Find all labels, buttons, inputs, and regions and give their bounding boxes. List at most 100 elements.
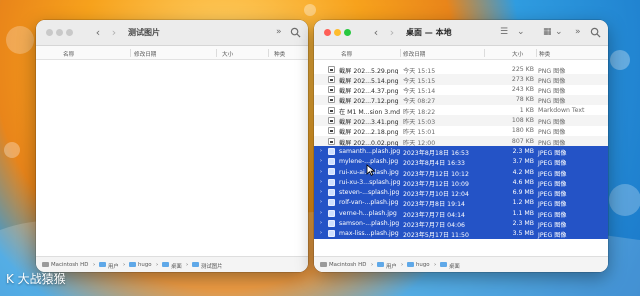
file-kind: PNG 图像 — [538, 129, 566, 137]
file-kind: PNG 图像 — [538, 77, 566, 85]
path-item[interactable]: 测试图片 — [201, 262, 223, 270]
file-date: 2023年7月8日 19:14 — [403, 201, 465, 209]
disclosure-icon[interactable]: › — [320, 220, 322, 226]
disclosure-icon[interactable]: › — [320, 179, 322, 185]
path-separator-icon: › — [371, 262, 374, 268]
title-bar[interactable]: ‹ › 桌面 — 本地 ☰ ⌄ ▦ ⌄ » — [314, 20, 608, 46]
forward-chevron-icon[interactable]: › — [387, 26, 397, 39]
back-chevron-icon[interactable]: ‹ — [371, 26, 381, 39]
finder-window-test-images[interactable]: ‹ › 测试图片 » 名称 修改日期 大小 种类 Macintosh HD › … — [36, 20, 308, 272]
file-row[interactable]: › samanth...plash.jpg 2023年8月18日 16:53 2.3 … — [314, 146, 608, 157]
column-date-header[interactable]: 修改日期 — [134, 50, 156, 58]
file-list[interactable]: 截屏 202...5.29.png 今天 15:15 225 KB PNG 图像 截屏 … — [314, 64, 608, 239]
minimize-button[interactable] — [56, 29, 63, 36]
finder-window-desktop[interactable]: ‹ › 桌面 — 本地 ☰ ⌄ ▦ ⌄ » 名称 修改日期 大小 种类 截屏 2… — [314, 20, 608, 272]
file-kind: PNG 图像 — [538, 98, 566, 106]
file-row[interactable]: › rolf-van-...plash.jpg 2023年7月8日 19:14 1.2… — [314, 197, 608, 209]
file-date: 昨天 15:01 — [403, 129, 436, 137]
disclosure-icon[interactable]: › — [320, 169, 322, 175]
file-size: 807 KB — [511, 137, 534, 145]
file-row[interactable]: 截屏 202...2.18.png 昨天 15:01 180 KB PNG 图像 — [314, 126, 608, 136]
file-kind: JPEG 图像 — [538, 170, 567, 178]
file-row[interactable]: 在 M1 M...sion 3.md 昨天 18:22 1 KB Markdown T… — [314, 105, 608, 116]
column-divider[interactable] — [268, 49, 269, 57]
column-divider[interactable] — [216, 49, 217, 57]
path-item[interactable]: Macintosh HD — [51, 262, 88, 268]
column-size-header[interactable]: 大小 — [512, 50, 523, 58]
toolbar-more-icon[interactable]: » — [276, 27, 282, 37]
search-icon[interactable] — [590, 27, 601, 38]
chevron-down-icon[interactable]: ⌄ — [517, 27, 525, 37]
file-date: 昨天 15:03 — [403, 119, 436, 127]
file-kind: JPEG 图像 — [538, 160, 567, 168]
path-item[interactable]: 用户 — [108, 262, 119, 270]
path-item[interactable]: 桌面 — [449, 262, 460, 270]
chevron-down-icon[interactable]: ⌄ — [555, 27, 563, 37]
image-file-icon — [328, 116, 335, 124]
file-row[interactable]: 截屏 202...5.29.png 今天 15:15 225 KB PNG 图像 — [314, 64, 608, 75]
file-date: 2023年8月4日 16:33 — [403, 160, 465, 168]
zoom-button[interactable] — [66, 29, 73, 36]
file-size: 3.7 MB — [512, 158, 534, 166]
photo-file-icon — [328, 209, 335, 217]
disclosure-icon[interactable]: › — [320, 148, 322, 154]
file-row[interactable]: ›rui-xu-ai...plash.jpg2023年7月12日 10:124.… — [314, 166, 608, 178]
column-kind-header[interactable]: 种类 — [274, 50, 285, 58]
home-folder-icon — [129, 262, 136, 267]
path-separator-icon: › — [123, 262, 126, 268]
path-item[interactable]: 桌面 — [171, 262, 182, 270]
file-row[interactable]: 截屏 202...5.14.png 今天 15:15 273 KB PNG 图像 — [314, 74, 608, 85]
disclosure-icon[interactable]: › — [320, 210, 322, 216]
column-kind-header[interactable]: 种类 — [539, 50, 550, 58]
path-item[interactable]: Macintosh HD — [329, 262, 366, 268]
file-size: 273 KB — [511, 75, 534, 83]
file-row[interactable]: › mylene-...plash.jpg 2023年8月4日 16:33 3.7 M… — [314, 156, 608, 168]
list-view-icon[interactable]: ☰ — [500, 27, 508, 37]
file-row[interactable]: › samson-...plash.jpg 2023年7月7日 04:06 2.3 M… — [314, 218, 608, 229]
folder-icon — [192, 262, 199, 267]
disclosure-icon[interactable]: › — [320, 158, 322, 164]
group-view-icon[interactable]: ▦ — [543, 27, 552, 37]
path-item[interactable]: hugo — [138, 262, 152, 268]
column-name-header[interactable]: 名称 — [63, 50, 74, 58]
image-file-icon — [328, 96, 335, 104]
file-row[interactable]: 截屏 202...4.37.png 今天 15:14 243 KB PNG 图像 — [314, 85, 608, 95]
file-size: 2.3 MB — [512, 147, 534, 155]
disclosure-icon[interactable]: › — [320, 199, 322, 205]
path-item[interactable]: 用户 — [386, 262, 397, 270]
column-size-header[interactable]: 大小 — [222, 50, 233, 58]
minimize-button[interactable] — [334, 29, 341, 36]
forward-chevron-icon[interactable]: › — [109, 26, 119, 39]
file-kind: PNG 图像 — [538, 139, 566, 147]
path-item[interactable]: hugo — [416, 262, 430, 268]
mouse-pointer-icon — [366, 164, 376, 176]
column-divider[interactable] — [536, 49, 537, 57]
disclosure-icon[interactable]: › — [320, 189, 322, 195]
column-name-header[interactable]: 名称 — [341, 50, 352, 58]
column-divider[interactable] — [484, 49, 485, 57]
file-row[interactable]: › rui-xu-3...splash.jpg 2023年7月12日 10:09 4.… — [314, 177, 608, 188]
column-date-header[interactable]: 修改日期 — [403, 50, 425, 58]
zoom-button[interactable] — [344, 29, 351, 36]
file-row[interactable]: › max-liss...plash.jpg 2023年5月17日 11:50 3.5… — [314, 228, 608, 239]
file-row[interactable]: 截屏 202...0.02.png 昨天 12:00 807 KB PNG 图像 — [314, 136, 608, 147]
file-row[interactable]: › verne-h...plash.jpg 2023年7月7日 04:14 1.1 M… — [314, 208, 608, 219]
image-file-icon — [328, 65, 335, 73]
file-row[interactable]: 截屏 202...7.12.png 今天 08:27 78 KB PNG 图像 — [314, 94, 608, 106]
close-button[interactable] — [324, 29, 331, 36]
hard-disk-icon — [42, 262, 49, 267]
file-size: 180 KB — [511, 127, 534, 135]
file-row[interactable]: › steven-...splash.jpg 2023年7月10日 12:04 6.9… — [314, 187, 608, 198]
close-button[interactable] — [46, 29, 53, 36]
toolbar-more-icon[interactable]: » — [575, 27, 581, 37]
file-kind: JPEG 图像 — [538, 180, 567, 188]
file-row[interactable]: 截屏 202...3.41.png 昨天 15:03 108 KB PNG 图像 — [314, 115, 608, 127]
back-chevron-icon[interactable]: ‹ — [93, 26, 103, 39]
disclosure-icon[interactable]: › — [320, 230, 322, 236]
title-bar[interactable]: ‹ › 测试图片 » — [36, 20, 308, 46]
search-icon[interactable] — [290, 27, 301, 38]
column-divider[interactable] — [400, 49, 401, 57]
column-divider[interactable] — [130, 49, 131, 57]
path-separator-icon: › — [401, 262, 404, 268]
file-size: 1.2 MB — [512, 199, 534, 207]
